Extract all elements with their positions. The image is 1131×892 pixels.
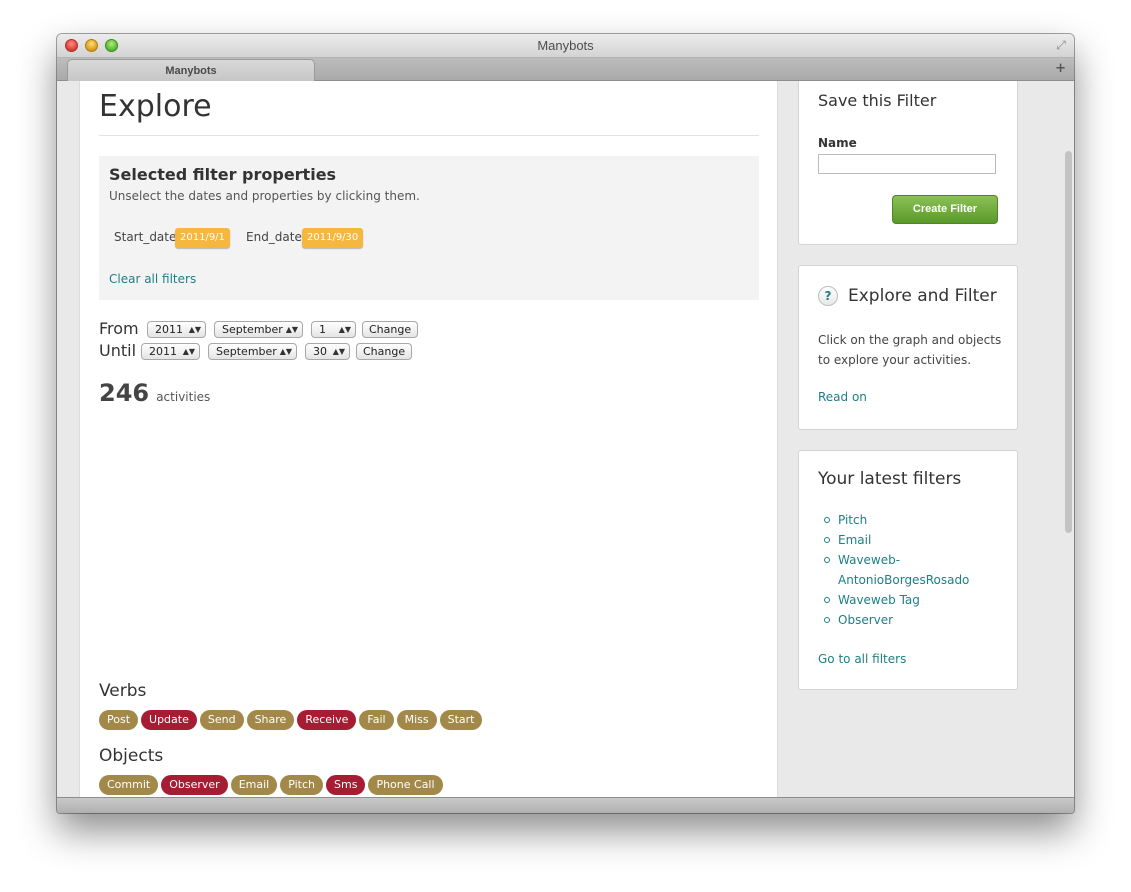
object-tag-email[interactable]: Email bbox=[230, 775, 278, 795]
start-date-pill[interactable]: 2011/9/1 bbox=[175, 228, 230, 248]
chart-svg[interactable]: Found activities from September 01, 2011… bbox=[160, 171, 680, 677]
until-month-select[interactable]: September ▲▼ bbox=[208, 343, 297, 360]
bullet-icon bbox=[824, 557, 830, 563]
from-change-button[interactable]: Change bbox=[362, 321, 419, 338]
new-tab-icon[interactable]: + bbox=[1055, 61, 1066, 76]
explore-help-panel: ? Explore and Filter Click on the graph … bbox=[798, 265, 1018, 430]
latest-filter-label: Pitch bbox=[838, 513, 868, 527]
latest-filter-item[interactable]: Waveweb Tag bbox=[824, 590, 1008, 610]
activities-bar-chart[interactable]: Found activities from September 01, 2011… bbox=[160, 171, 680, 677]
object-tag-phone-call[interactable]: Phone Call bbox=[368, 775, 443, 795]
read-on-link[interactable]: Read on bbox=[818, 390, 867, 404]
latest-filters-list: Pitch Email Waveweb-AntonioBorgesRosado Wav… bbox=[824, 510, 1008, 630]
verb-tag-miss[interactable]: Miss bbox=[396, 710, 437, 730]
verbs-heading: Verbs bbox=[99, 681, 147, 701]
all-filters-link[interactable]: Go to all filters bbox=[818, 652, 906, 666]
bullet-icon bbox=[824, 617, 830, 623]
selected-filter-properties: Selected filter properties Unselect the … bbox=[99, 156, 759, 300]
status-bar bbox=[57, 797, 1074, 813]
clear-all-filters-link[interactable]: Clear all filters bbox=[109, 272, 196, 286]
from-year-select[interactable]: 2011 ▲▼ bbox=[147, 321, 206, 338]
verb-tag-update[interactable]: Update bbox=[141, 710, 197, 730]
page-viewport: Explore Selected filter properties Unsel… bbox=[57, 81, 1074, 797]
verb-tag-fail[interactable]: Fail bbox=[359, 710, 394, 730]
bullet-icon bbox=[824, 537, 830, 543]
verb-tag-start[interactable]: Start bbox=[439, 710, 483, 730]
object-tag-observer[interactable]: Observer bbox=[161, 775, 228, 795]
start-date-label: Start_date bbox=[114, 230, 177, 244]
end-date-label: End_date bbox=[246, 230, 302, 244]
save-filter-heading: Save this Filter bbox=[818, 91, 937, 110]
from-label: From bbox=[99, 319, 139, 338]
from-day-select[interactable]: 1 ▲▼ bbox=[311, 321, 356, 338]
title-bar[interactable]: Manybots ⤢ bbox=[57, 34, 1074, 58]
latest-filter-item[interactable]: Email bbox=[824, 530, 1008, 550]
objects-heading: Objects bbox=[99, 746, 164, 766]
filter-properties-heading: Selected filter properties bbox=[109, 165, 337, 184]
create-filter-button[interactable]: Create Filter bbox=[892, 195, 998, 224]
until-year-select[interactable]: 2011 ▲▼ bbox=[141, 343, 200, 360]
verb-tag-receive[interactable]: Receive bbox=[297, 710, 357, 730]
from-month-select[interactable]: September ▲▼ bbox=[214, 321, 303, 338]
object-tags: Commit Observer Email Pitch Sms Phone Call bbox=[99, 773, 446, 795]
verb-tag-share[interactable]: Share bbox=[246, 710, 295, 730]
bullet-icon bbox=[824, 597, 830, 603]
latest-filter-label: Waveweb Tag bbox=[838, 593, 920, 607]
verb-tags: Post Update Send Share Receive Fail Miss Start bbox=[99, 708, 485, 730]
until-row: Until 2011 ▲▼ September ▲▼ 30 ▲▼ Change bbox=[99, 341, 419, 363]
object-tag-pitch[interactable]: Pitch bbox=[280, 775, 323, 795]
activity-count-unit: activities bbox=[156, 390, 211, 404]
help-question-icon: ? bbox=[818, 286, 838, 306]
latest-filters-panel: Your latest filters Pitch Email Waveweb-An… bbox=[798, 450, 1018, 690]
title-divider bbox=[99, 135, 759, 136]
activity-count-number: 246 bbox=[99, 379, 150, 407]
explore-help-heading: Explore and Filter bbox=[848, 286, 997, 306]
verb-tag-send[interactable]: Send bbox=[199, 710, 244, 730]
activity-count: 246 activities bbox=[99, 379, 210, 407]
object-tag-commit[interactable]: Commit bbox=[99, 775, 159, 795]
tab-bar: Manybots + bbox=[57, 58, 1074, 81]
end-date-pill[interactable]: 2011/9/30 bbox=[302, 228, 364, 248]
latest-filter-label: Waveweb-AntonioBorgesRosado bbox=[838, 553, 970, 587]
fullscreen-icon[interactable]: ⤢ bbox=[1054, 38, 1068, 52]
browser-window: Manybots ⤢ Manybots + Explore Selected f… bbox=[57, 34, 1074, 813]
latest-filter-label: Observer bbox=[838, 613, 894, 627]
save-filter-panel: Save this Filter Name Create Filter bbox=[798, 81, 1018, 245]
latest-filter-label: Email bbox=[838, 533, 872, 547]
main-content: Explore Selected filter properties Unsel… bbox=[79, 81, 778, 797]
latest-filters-heading: Your latest filters bbox=[818, 469, 962, 489]
object-tag-sms[interactable]: Sms bbox=[326, 775, 366, 795]
latest-filter-item[interactable]: Pitch bbox=[824, 510, 1008, 530]
from-row: From 2011 ▲▼ September ▲▼ 1 ▲▼ Change bbox=[99, 319, 419, 341]
window-title: Manybots bbox=[537, 38, 594, 53]
explore-help-text: Click on the graph and objects to explor… bbox=[818, 333, 1002, 367]
page-scrollbar[interactable] bbox=[1065, 151, 1072, 533]
latest-filter-item[interactable]: Waveweb-AntonioBorgesRosado bbox=[824, 550, 1008, 590]
filter-properties-hint: Unselect the dates and properties by cli… bbox=[109, 189, 420, 203]
verb-tag-post[interactable]: Post bbox=[99, 710, 139, 730]
until-day-select[interactable]: 30 ▲▼ bbox=[305, 343, 350, 360]
filter-name-label: Name bbox=[818, 136, 857, 150]
bullet-icon bbox=[824, 517, 830, 523]
latest-filter-item[interactable]: Observer bbox=[824, 610, 1008, 630]
page-title: Explore bbox=[99, 89, 212, 124]
until-change-button[interactable]: Change bbox=[356, 343, 413, 360]
tab-manybots[interactable]: Manybots bbox=[67, 59, 315, 81]
filter-name-input[interactable] bbox=[818, 154, 996, 174]
until-label: Until bbox=[99, 341, 137, 360]
